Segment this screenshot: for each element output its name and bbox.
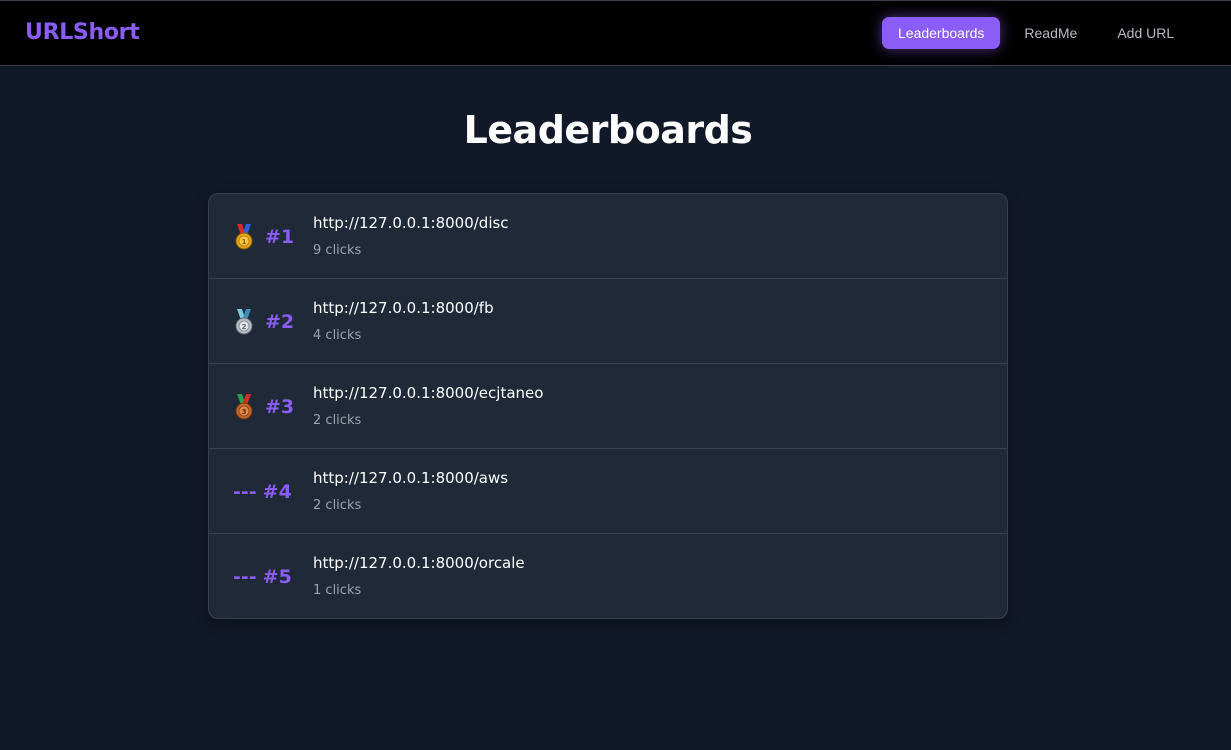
click-count-suffix: clicks: [325, 583, 362, 598]
gold-medal-icon: 1: [235, 223, 253, 249]
leaderboard-row: 2 #2 http://127.0.0.1:8000/fb 4 clicks: [209, 279, 1007, 364]
rank-number: #2: [265, 310, 295, 333]
short-url-link[interactable]: http://127.0.0.1:8000/orcale: [313, 554, 525, 572]
click-count-suffix: clicks: [325, 328, 362, 343]
nav-readme-link[interactable]: ReadMe: [1008, 17, 1093, 49]
bronze-medal-icon: 3: [235, 393, 253, 419]
page-title: Leaderboards: [463, 108, 753, 152]
leaderboard-row: 3 #3 http://127.0.0.1:8000/ecjtaneo 2 cl…: [209, 364, 1007, 449]
short-url-link[interactable]: http://127.0.0.1:8000/disc: [313, 214, 509, 232]
rank-label: --- #4: [233, 449, 292, 534]
rank-number: #1: [265, 225, 295, 248]
leaderboard-row: --- #5 http://127.0.0.1:8000/orcale 1 cl…: [209, 534, 1007, 618]
short-url-link[interactable]: http://127.0.0.1:8000/aws: [313, 469, 508, 487]
rank-dashes: ---: [233, 480, 257, 503]
nav-add-url-link[interactable]: Add URL: [1101, 17, 1190, 49]
click-count-suffix: clicks: [325, 243, 362, 258]
short-url-link[interactable]: http://127.0.0.1:8000/fb: [313, 299, 494, 317]
click-count: 4 clicks: [313, 328, 361, 343]
click-count-value: 2: [313, 413, 322, 428]
rank-label: 3 #3: [233, 364, 294, 449]
click-count-value: 9: [313, 243, 322, 258]
rank-number: #4: [262, 480, 292, 503]
silver-medal-icon: 2: [235, 308, 253, 334]
short-url-link[interactable]: http://127.0.0.1:8000/ecjtaneo: [313, 384, 543, 402]
click-count-value: 2: [313, 498, 322, 513]
rank-label: 2 #2: [233, 279, 294, 364]
rank-label: 1 #1: [233, 194, 294, 279]
nav-links: Leaderboards ReadMe Add URL: [882, 17, 1198, 49]
rank-number: #5: [262, 565, 292, 588]
click-count: 1 clicks: [313, 583, 361, 598]
rank-number: #3: [265, 395, 295, 418]
click-count-suffix: clicks: [325, 413, 362, 428]
click-count: 2 clicks: [313, 498, 361, 513]
leaderboard-row: --- #4 http://127.0.0.1:8000/aws 2 click…: [209, 449, 1007, 534]
nav-leaderboards-button[interactable]: Leaderboards: [882, 17, 1001, 49]
svg-text:1: 1: [242, 238, 247, 246]
rank-dashes: ---: [233, 565, 257, 588]
brand-logo[interactable]: URLShort: [25, 20, 140, 45]
click-count-suffix: clicks: [325, 498, 362, 513]
leaderboard-list: 1 #1 http://127.0.0.1:8000/disc 9 clicks…: [208, 193, 1008, 619]
navbar: URLShort Leaderboards ReadMe Add URL: [0, 0, 1231, 66]
click-count: 9 clicks: [313, 243, 361, 258]
svg-text:2: 2: [242, 323, 247, 331]
svg-text:3: 3: [242, 408, 247, 416]
click-count-value: 1: [313, 583, 322, 598]
leaderboard-row: 1 #1 http://127.0.0.1:8000/disc 9 clicks: [209, 194, 1007, 279]
click-count: 2 clicks: [313, 413, 361, 428]
rank-label: --- #5: [233, 534, 292, 618]
click-count-value: 4: [313, 328, 322, 343]
